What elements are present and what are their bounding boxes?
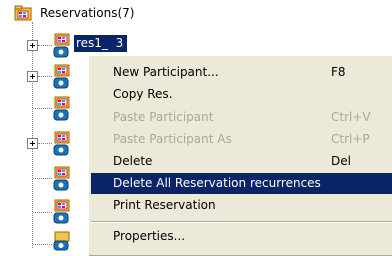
menu-item-shortcut: Del (331, 154, 351, 168)
expand-plus-icon[interactable] (27, 138, 38, 149)
menu-item-properties[interactable]: Properties... (91, 226, 392, 247)
menu-item-shortcut: Ctrl+V (331, 110, 371, 124)
menu-item-delete[interactable]: Delete Del (91, 151, 392, 172)
menu-item-label: Properties... (113, 229, 186, 243)
reservation-folder-icon (14, 5, 32, 21)
menu-item-label: Delete (113, 154, 153, 168)
tree-connector-h (38, 45, 52, 46)
menu-item-label: Print Reservation (113, 198, 216, 212)
tree-connector-h (33, 244, 52, 245)
tree-connector-h (38, 143, 52, 144)
menu-item-paste-participant: Paste Participant Ctrl+V (91, 107, 392, 128)
expand-plus-icon[interactable] (27, 40, 38, 51)
menu-item-paste-participant-as: Paste Participant As Ctrl+P (91, 129, 392, 150)
reservation-folder-icon (53, 131, 70, 156)
menu-item-shortcut: F8 (331, 65, 346, 79)
reservation-folder-icon (53, 33, 70, 58)
menu-item-label: Paste Participant As (113, 132, 232, 146)
menu-item-label: Paste Participant (113, 110, 214, 124)
tree-connector-h (33, 108, 52, 109)
reservation-folder-icon (53, 96, 70, 121)
menu-item-shortcut: Ctrl+P (331, 132, 370, 146)
phone-icon (53, 231, 70, 251)
menu-item-print-reservation[interactable]: Print Reservation (91, 195, 392, 216)
menu-item-copy-res[interactable]: Copy Res. (91, 84, 392, 105)
reservation-folder-icon (53, 166, 70, 191)
menu-item-label: New Participant... (113, 65, 219, 79)
reservation-folder-icon (53, 64, 70, 89)
expand-plus-icon[interactable] (27, 71, 38, 82)
menu-item-label: Delete All Reservation recurrences (113, 176, 321, 190)
tree-root-node[interactable]: Reservations(7) (12, 4, 134, 22)
tree-connector-h (33, 178, 52, 179)
menu-separator (91, 221, 392, 223)
tree-connector-line (32, 22, 33, 248)
tree-root-label: Reservations(7) (40, 6, 135, 20)
menu-item-label: Copy Res. (113, 87, 173, 101)
context-menu: New Participant... F8 Copy Res. Paste Pa… (88, 55, 392, 256)
menu-item-delete-all-recurrences[interactable]: Delete All Reservation recurrences (91, 173, 392, 194)
reservation-folder-icon (53, 199, 70, 224)
selected-reservation-node[interactable]: res1_ 3 (74, 35, 128, 52)
tree-connector-h (33, 212, 52, 213)
menu-item-new-participant[interactable]: New Participant... F8 (91, 62, 392, 83)
tree-connector-h (38, 76, 52, 77)
